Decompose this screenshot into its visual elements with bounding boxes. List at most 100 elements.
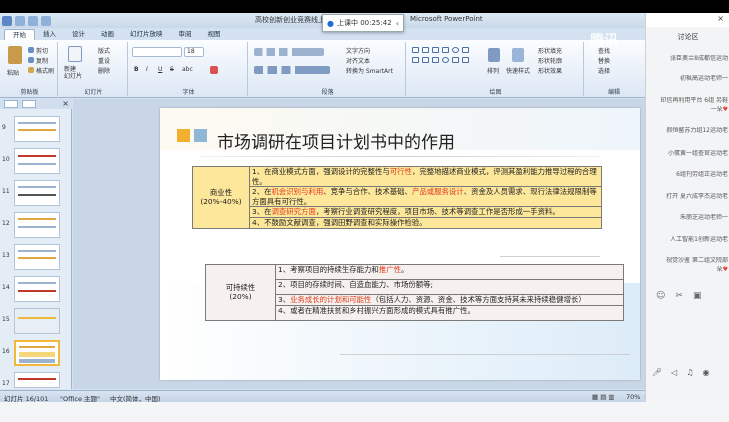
slide-thumbnail[interactable] (14, 308, 60, 334)
thumbnail-row[interactable]: 16 (0, 340, 72, 366)
thumbnail-row[interactable]: 14 (0, 276, 72, 302)
shape-star-icon[interactable] (452, 57, 459, 63)
thumbnail-number: 12 (2, 220, 10, 227)
slide-thumbnail[interactable] (14, 372, 60, 388)
paste-icon[interactable] (8, 46, 22, 64)
tab-animations[interactable]: 动画 (93, 29, 122, 40)
slide-thumbnail[interactable] (14, 212, 60, 238)
tab-insert[interactable]: 插入 (35, 29, 64, 40)
highlight-text: 调查研究方面 (271, 207, 316, 217)
font-color-icon[interactable] (210, 66, 218, 74)
shape-rectangle-icon[interactable] (422, 47, 429, 53)
new-slide-button[interactable]: 新建 幻灯片 (64, 66, 82, 80)
thumbnail-row[interactable]: 15 (0, 308, 72, 334)
thumbnail-row[interactable]: 9 (0, 116, 72, 142)
align-buttons[interactable] (254, 66, 330, 74)
heart-icon: ♥ (722, 266, 728, 273)
select-button[interactable]: 选择 (598, 66, 610, 75)
replace-button[interactable]: 替换 (598, 56, 610, 65)
class-timer-popup[interactable]: ● 上课中 00:25:42 ‹ (322, 14, 404, 32)
new-slide-icon[interactable] (68, 46, 82, 62)
shape-fill-button[interactable]: 形状填充 (538, 46, 562, 55)
delete-button[interactable]: 删除 (98, 66, 110, 75)
shadow-button[interactable]: abc (182, 66, 193, 73)
thumbnail-row[interactable]: 10 (0, 148, 72, 174)
tab-view[interactable]: 视图 (200, 29, 229, 40)
shape-outline-button[interactable]: 形状轮廓 (538, 56, 562, 65)
font-name-box[interactable] (132, 47, 182, 57)
outline-tab[interactable] (22, 100, 36, 108)
layout-button[interactable]: 版式 (98, 46, 110, 55)
strikethrough-button[interactable]: S (170, 66, 174, 73)
blue-square-decoration (194, 129, 207, 142)
slide-thumbnail[interactable] (14, 116, 60, 142)
slides-tab[interactable] (4, 100, 18, 108)
slide-thumbnail[interactable] (14, 276, 60, 302)
format-painter-button[interactable]: 格式刷 (36, 66, 54, 75)
tab-slideshow[interactable]: 幻灯片放映 (122, 29, 171, 40)
align-text-button[interactable]: 对齐文本 (346, 56, 370, 65)
cut-button[interactable]: 剪切 (36, 46, 48, 55)
thumbnail-row[interactable]: 17 (0, 372, 72, 388)
microphone-icon[interactable]: 🎤︎ (652, 368, 662, 377)
slide-canvas[interactable]: 市场调研在项目计划书中的作用 商业性 (20%-40%) 1、在商业模式方面，强调… (160, 108, 640, 380)
arrange-button[interactable]: 排列 (487, 66, 499, 75)
close-icon[interactable]: × (717, 14, 724, 23)
slide-thumbnail-panel: × 9 10 11 12 13 14 15 16 17 (0, 99, 72, 389)
underline-button[interactable]: U (158, 66, 162, 73)
chevron-left-icon[interactable]: ‹ (396, 19, 399, 28)
tab-home[interactable]: 开始 (4, 29, 35, 40)
reset-button[interactable]: 重设 (98, 56, 110, 65)
bold-button[interactable]: B (134, 66, 139, 73)
slide-thumbnail-selected[interactable] (14, 340, 60, 366)
location-icon[interactable]: ◉ (702, 368, 709, 377)
emoji-icon[interactable]: ☺ (656, 291, 665, 301)
slide-thumbnail[interactable] (14, 244, 60, 270)
shape-effects-button[interactable]: 形状效果 (538, 66, 562, 75)
shape-callout-icon[interactable] (422, 57, 429, 63)
slide-thumbnail[interactable] (14, 180, 60, 206)
quick-styles-button[interactable]: 快速样式 (506, 66, 530, 75)
quick-styles-icon[interactable] (512, 48, 524, 62)
shape-rectangle-icon[interactable] (462, 47, 469, 53)
tab-review[interactable]: 审阅 (171, 29, 200, 40)
thumbnail-row[interactable]: 13 (0, 244, 72, 270)
slide-thumbnail[interactable] (14, 148, 60, 174)
thumbnail-row[interactable]: 12 (0, 212, 72, 238)
speaker-icon[interactable]: ◁ (671, 368, 677, 377)
shape-arrow-icon[interactable] (442, 47, 449, 53)
save-icon[interactable] (15, 15, 25, 26)
scissors-icon[interactable]: ✂ (675, 291, 683, 301)
undo-icon[interactable] (28, 15, 38, 26)
music-icon[interactable]: ♫ (686, 368, 693, 377)
shape-rectangle-icon[interactable] (412, 47, 419, 53)
highlight-text: 推广性 (378, 265, 401, 274)
view-buttons-icon[interactable]: ▦ ▤ ▥ (592, 393, 615, 401)
drawing-group: 排列 快速样式 形状填充 形状轮廓 形状效果 绘图 (408, 42, 584, 96)
copy-button[interactable]: 复制 (36, 56, 48, 65)
image-icon[interactable]: ▣ (693, 291, 702, 301)
tab-design[interactable]: 设计 (64, 29, 93, 40)
redo-icon[interactable] (41, 15, 51, 26)
sustainability-criteria-table[interactable]: 可持续性 (20%) 1、考察项目的持续生存能力和推广性。 2、项目的存续时间、自… (205, 264, 624, 321)
sustainability-category-cell: 可持续性 (20%) (205, 264, 276, 321)
shape-line-icon[interactable] (432, 47, 439, 53)
app-name: Microsoft PowerPoint (410, 15, 483, 23)
close-icon[interactable]: × (62, 99, 69, 108)
arrange-icon[interactable] (488, 48, 500, 62)
text-direction-button[interactable]: 文字方向 (346, 46, 370, 55)
list-buttons[interactable] (254, 48, 324, 56)
slide-title[interactable]: 市场调研在项目计划书中的作用 (217, 128, 455, 153)
shape-brace-icon[interactable] (432, 57, 439, 63)
italic-button[interactable]: I (146, 66, 148, 73)
shape-brace-icon[interactable] (462, 57, 469, 63)
zoom-level[interactable]: 70% (626, 393, 640, 401)
shape-smiley-icon[interactable] (442, 57, 449, 63)
thumbnail-row[interactable]: 11 (0, 180, 72, 206)
shape-oval-icon[interactable] (452, 47, 459, 53)
commercial-criteria-table[interactable]: 商业性 (20%-40%) 1、在商业模式方面，强调设计的完整性与可行性，完整地描… (192, 165, 602, 229)
ppt-logo-icon[interactable] (2, 15, 12, 26)
convert-smartart-button[interactable]: 转换为 SmartArt (346, 66, 393, 75)
shape-triangle-icon[interactable] (412, 57, 419, 63)
paste-button[interactable]: 粘贴 (7, 68, 19, 77)
